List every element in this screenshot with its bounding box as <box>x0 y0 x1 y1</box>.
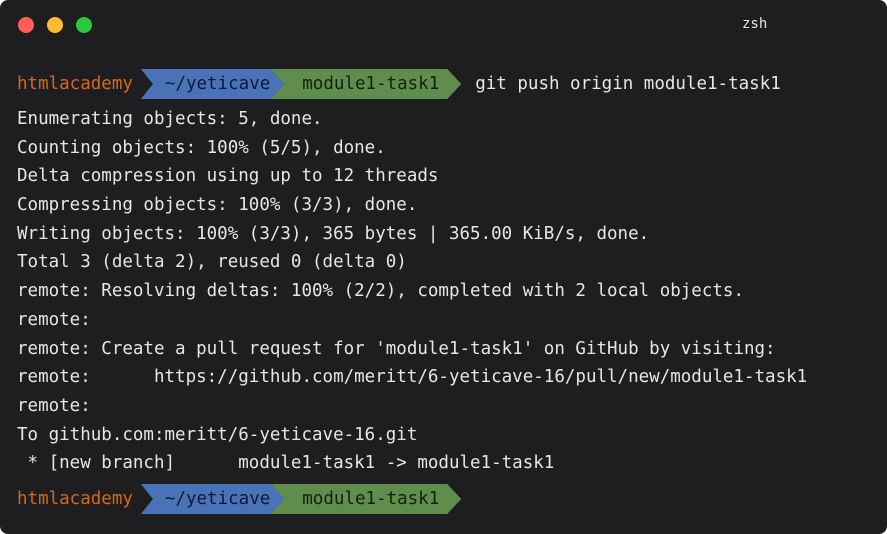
command-text: git push origin module1-task1 <box>475 74 781 94</box>
output-line: remote: <box>17 309 91 330</box>
title-bar: zsh <box>0 0 887 50</box>
output-line: Delta compression using up to 12 threads <box>17 166 439 187</box>
prompt-branch-segment: module1-task1 <box>270 69 461 99</box>
output-line: remote: <box>17 395 91 416</box>
output-line: remote: Create a pull request for 'modul… <box>17 338 776 359</box>
output-line: Writing objects: 100% (3/3), 365 bytes |… <box>17 223 650 244</box>
output-line: remote: Resolving deltas: 100% (2/2), co… <box>17 281 744 302</box>
prompt-directory-segment: ~/yeticave <box>141 484 284 514</box>
prompt-user: htmlacademy <box>17 74 133 94</box>
output-line: remote: https://github.com/meritt/6-yeti… <box>17 367 808 388</box>
prompt-directory-segment: ~/yeticave <box>141 69 284 99</box>
output-line: Total 3 (delta 2), reused 0 (delta 0) <box>17 252 407 273</box>
prompt-line: htmlacademy ~/yeticave module1-task1 <box>17 483 887 515</box>
prompt-line: htmlacademy ~/yeticave module1-task1 git… <box>17 68 887 100</box>
minimize-window-button[interactable] <box>47 17 63 33</box>
maximize-window-button[interactable] <box>76 17 92 33</box>
window-title: zsh <box>742 16 768 32</box>
output-line: * [new branch] module1-task1 -> module1-… <box>17 453 555 474</box>
output-line: Enumerating objects: 5, done. <box>17 109 323 129</box>
output-line: Compressing objects: 100% (3/3), done. <box>17 195 418 216</box>
close-window-button[interactable] <box>18 17 34 33</box>
output-line: To github.com:meritt/6-yeticave-16.git <box>17 424 418 445</box>
output-line: Counting objects: 100% (5/5), done. <box>17 137 386 158</box>
prompt-branch-segment: module1-task1 <box>270 484 461 514</box>
terminal-output[interactable]: htmlacademy ~/yeticave module1-task1 git… <box>17 68 887 515</box>
prompt-user: htmlacademy <box>17 488 133 509</box>
terminal-window: zsh htmlacademy ~/yeticave module1-task1… <box>0 0 887 534</box>
